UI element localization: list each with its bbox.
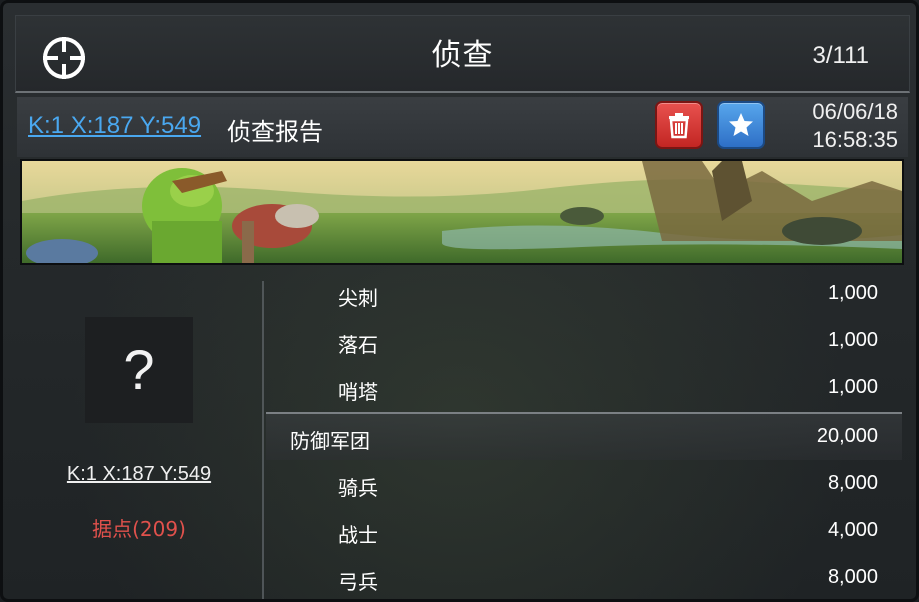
title-bar: 侦查 3/111 bbox=[15, 15, 910, 93]
list-item: 战士 4,000 bbox=[266, 508, 902, 554]
target-panel: ? K:1 X:187 Y:549 据点(209) bbox=[17, 273, 261, 599]
report-banner-image bbox=[20, 159, 904, 265]
list-item: 哨塔 1,000 bbox=[266, 365, 902, 411]
list-group-header: 防御军团 20,000 bbox=[266, 412, 902, 460]
item-value: 8,000 bbox=[827, 566, 878, 588]
favorite-button[interactable] bbox=[717, 101, 765, 149]
list-item: 尖刺 1,000 bbox=[266, 271, 902, 317]
panel-divider bbox=[262, 281, 264, 599]
target-portrait-unknown: ? bbox=[85, 317, 193, 423]
list-item: 落石 1,000 bbox=[266, 318, 902, 364]
trash-icon bbox=[669, 113, 689, 139]
delete-button[interactable] bbox=[655, 101, 703, 149]
page-counter: 3/111 bbox=[812, 42, 870, 69]
list-item: 骑兵 8,000 bbox=[266, 461, 902, 507]
target-type-label: 据点(209) bbox=[92, 517, 186, 541]
item-value: 1,000 bbox=[827, 282, 878, 304]
star-icon bbox=[729, 113, 753, 136]
item-value: 4,000 bbox=[827, 519, 878, 541]
list-item: 弓兵 8,000 bbox=[266, 555, 902, 599]
group-value: 20,000 bbox=[816, 425, 878, 447]
report-type-label: 侦查报告 bbox=[227, 118, 323, 146]
item-value: 1,000 bbox=[827, 329, 878, 351]
page-title: 侦查 bbox=[431, 38, 494, 73]
scout-report-window: 侦查 3/111 K:1 X:187 Y:549 侦查报告 06/06/18 1… bbox=[0, 0, 919, 602]
report-header: K:1 X:187 Y:549 侦查报告 06/06/18 16:58:35 bbox=[17, 97, 908, 157]
item-value: 8,000 bbox=[827, 472, 878, 494]
item-name: 骑兵 bbox=[338, 476, 378, 500]
report-coordinates-link[interactable]: K:1 X:187 Y:549 bbox=[28, 112, 201, 140]
item-name: 弓兵 bbox=[338, 570, 378, 594]
item-name: 哨塔 bbox=[338, 380, 378, 404]
item-value: 1,000 bbox=[827, 376, 878, 398]
target-coordinates-link[interactable]: K:1 X:187 Y:549 bbox=[17, 463, 261, 486]
report-date: 06/06/18 bbox=[812, 99, 898, 124]
item-name: 尖刺 bbox=[338, 286, 378, 310]
scout-results-list: 尖刺 1,000 落石 1,000 哨塔 1,000 防御军团 20,000 骑… bbox=[266, 271, 902, 599]
report-time: 16:58:35 bbox=[812, 127, 898, 152]
group-name: 防御军团 bbox=[290, 429, 370, 453]
item-name: 落石 bbox=[338, 333, 378, 357]
item-name: 战士 bbox=[338, 523, 378, 547]
